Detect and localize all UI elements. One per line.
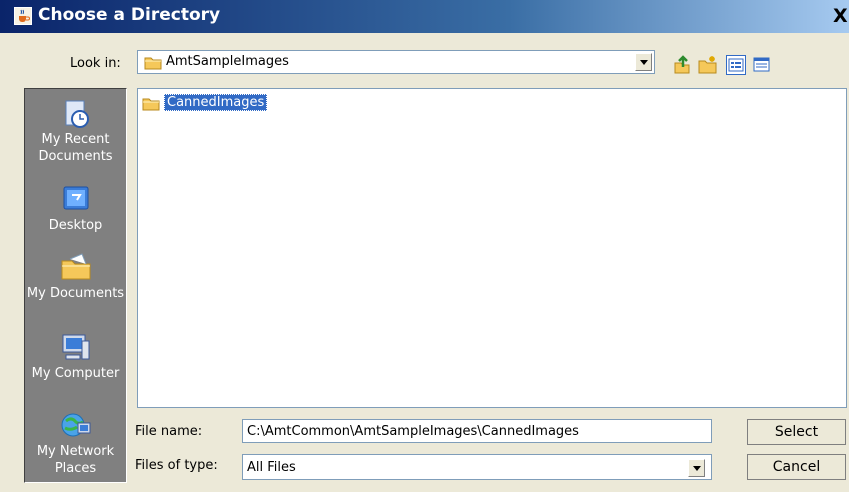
choose-directory-dialog: Choose a Directory X Look in: AmtSampleI… — [0, 0, 849, 492]
desktop-icon — [63, 186, 88, 210]
list-view-icon[interactable] — [726, 55, 746, 75]
dialog-title: Choose a Directory — [38, 5, 221, 25]
look-in-label-text: Look in: — [70, 56, 121, 71]
details-view-icon[interactable] — [752, 55, 772, 75]
close-button[interactable]: X — [833, 5, 848, 27]
look-in-dropdown[interactable]: AmtSampleImages — [137, 50, 655, 74]
select-button[interactable]: Select — [747, 419, 846, 445]
place-label: My Documents — [26, 286, 125, 301]
look-in-value: AmtSampleImages — [166, 54, 289, 69]
my-computer-icon — [62, 334, 89, 360]
new-folder-icon[interactable] — [698, 55, 718, 75]
place-my-documents[interactable]: My Documents — [25, 251, 126, 302]
cancel-button[interactable]: Cancel — [747, 454, 846, 480]
place-label: Desktop — [48, 218, 103, 233]
folder-icon — [142, 96, 160, 115]
look-in-dropdown-arrow-icon[interactable] — [635, 53, 652, 71]
place-desktop[interactable]: Desktop — [25, 183, 126, 234]
file-name-label: File name: — [135, 424, 203, 439]
file-type-value: All Files — [247, 460, 296, 475]
look-in-label: Look in: — [70, 56, 121, 71]
place-label: My Recent Documents — [38, 132, 113, 164]
title-bar: Choose a Directory X — [0, 0, 849, 33]
file-type-dropdown[interactable]: All Files — [242, 454, 712, 480]
file-list[interactable]: CannedImages — [137, 88, 847, 408]
my-documents-icon — [61, 253, 90, 280]
place-label: My Network Places — [36, 444, 115, 476]
java-cup-icon — [14, 7, 32, 25]
up-folder-icon[interactable] — [672, 55, 692, 75]
place-recent-documents[interactable]: My Recent Documents — [25, 97, 126, 165]
folder-icon — [144, 55, 162, 74]
file-name-input[interactable] — [242, 419, 712, 443]
place-label: My Computer — [31, 366, 120, 381]
file-type-label: Files of type: — [135, 458, 218, 473]
recent-documents-icon — [65, 100, 89, 128]
place-my-computer[interactable]: My Computer — [25, 331, 126, 382]
file-name: CannedImages — [164, 94, 268, 111]
file-type-dropdown-arrow-icon[interactable] — [688, 459, 705, 477]
network-places-icon — [61, 413, 90, 437]
place-network[interactable]: My Network Places — [25, 409, 126, 477]
places-bar: My Recent Documents Desktop My Documents… — [24, 88, 127, 483]
